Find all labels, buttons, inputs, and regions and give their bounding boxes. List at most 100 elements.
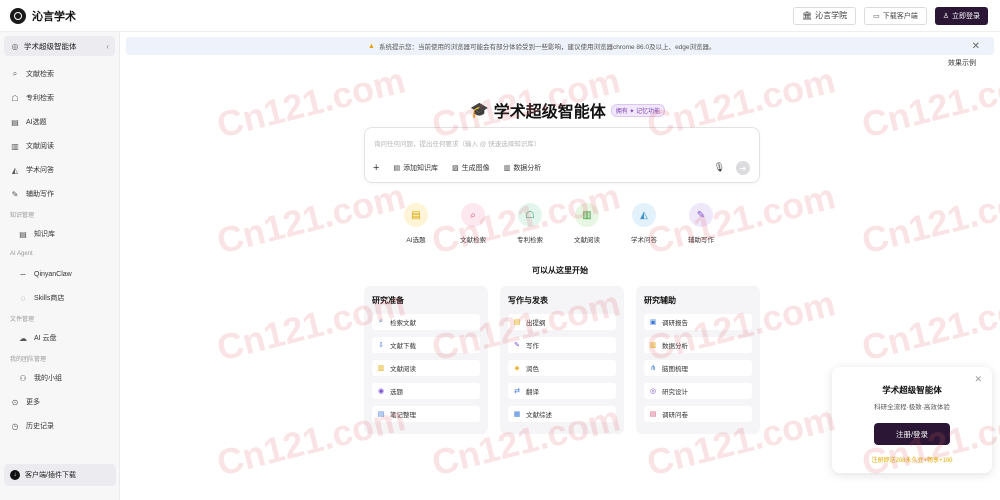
login-button[interactable]: ♙ 立即登录 [934, 6, 988, 25]
card-item-translate[interactable]: ⇄ 翻译 [508, 383, 616, 399]
browser-notice-text: 系统提示您：当前使用的浏览器可能会有部分体验受到一些影响，建议使用浏览器chro… [378, 44, 716, 51]
sidebar-item-label: 文献阅读 [26, 143, 54, 150]
chart-icon: ▥ [649, 342, 657, 349]
warning-icon: ▲ [368, 42, 375, 50]
card-item-data-analysis[interactable]: ▥ 数据分析 [644, 337, 752, 353]
feature-label: 文献阅读 [574, 237, 600, 244]
feature-writing-assist[interactable]: ✎ 辅助写作 [683, 203, 719, 244]
feature-patent-search[interactable]: ☖ 专利检索 [512, 203, 548, 244]
add-attachment-button[interactable]: + [373, 162, 379, 174]
card-item-mindmap[interactable]: ⋔ 脑图梳理 [644, 360, 752, 376]
hero-title-row: 🎓 学术超级智能体 拥有 ✦ 记忆功能 [470, 98, 666, 122]
group-icon: ⚇ [19, 373, 27, 383]
search-icon: ⌕ [379, 318, 383, 325]
sidebar-item-ai-topic[interactable]: ▤ AI选题 [0, 110, 119, 134]
feature-literature-reading[interactable]: ▥ 文献阅读 [569, 203, 605, 244]
sidebar-item-label: 文献检索 [26, 71, 54, 78]
close-icon[interactable]: ✕ [972, 41, 980, 52]
app-logo[interactable]: 沁言学术 [10, 7, 76, 24]
prompt-input-placeholder[interactable]: 询问任何问题，提出任何要求（输入 @ 快速选择知识库） [374, 138, 540, 148]
watermark: Cn121.com [857, 59, 1000, 146]
card-research-prep: 研究准备 ⌕ 检索文献 ⇩ 文献下载 ▥ 文献阅读 ◉ 选题 ▤ 笔记整理 [364, 286, 488, 434]
card-item-label: 出提纲 [526, 320, 546, 327]
data-analysis-button[interactable]: ▥ 数据分析 [504, 163, 542, 173]
sidebar-item-agent-home[interactable]: ◎ 学术超级智能体 ‹ [4, 36, 115, 56]
sidebar-item-history[interactable]: ◷ 历史记录 [0, 414, 119, 438]
card-item-read-literature[interactable]: ▥ 文献阅读 [372, 360, 480, 376]
card-item-research-design[interactable]: ◎ 研究设计 [644, 383, 752, 399]
watermark: Cn121.com [857, 282, 1000, 369]
sidebar-item-skills-store[interactable]: ◌ Skills商店 [0, 286, 119, 310]
sidebar-item-literature-reading[interactable]: ▥ 文献阅读 [0, 134, 119, 158]
sidebar-item-academic-qa[interactable]: ◭ 学术问答 [0, 158, 119, 182]
add-knowledge-base-button[interactable]: ▤ 添加知识库 [393, 163, 438, 173]
generate-image-label: 生成图像 [461, 165, 490, 172]
card-item-polish[interactable]: ◈ 润色 [508, 360, 616, 376]
section-files: 文件管理 [10, 316, 35, 323]
academy-label: 沁言学院 [815, 11, 848, 20]
sidebar-item-more[interactable]: ⊙ 更多 [0, 390, 119, 414]
card-item-writing[interactable]: ✎ 写作 [508, 337, 616, 353]
example-link[interactable]: 效果示例 [948, 58, 976, 68]
review-icon: ▦ [513, 411, 521, 418]
add-knowledge-base-label: 添加知识库 [403, 165, 439, 172]
sidebar-item-label: 知识库 [34, 231, 55, 238]
card-item-label: 调研问卷 [662, 412, 688, 419]
prompt-input-box[interactable]: 询问任何问题，提出任何要求（输入 @ 快速选择知识库） + ▤ 添加知识库 ▨ … [364, 127, 760, 183]
academy-button[interactable]: 🏛 沁言学院 [792, 6, 857, 25]
sidebar-item-my-group[interactable]: ⚇ 我的小组 [0, 366, 119, 390]
card-item-download-literature[interactable]: ⇩ 文献下载 [372, 337, 480, 353]
desktop-icon: ▭ [873, 12, 880, 20]
pen-icon: ✎ [689, 203, 713, 227]
microphone-icon[interactable]: 🎙 [714, 162, 725, 173]
card-item-notes[interactable]: ▤ 笔记整理 [372, 406, 480, 422]
claw-icon: ∽ [19, 269, 27, 279]
feature-academic-qa[interactable]: ◭ 学术问答 [626, 203, 662, 244]
prompt-tools: + ▤ 添加知识库 ▨ 生成图像 ▥ 数据分析 [373, 162, 541, 174]
mindmap-icon: ⋔ [650, 365, 656, 372]
feature-ai-topic[interactable]: ▤ AI选题 [398, 203, 434, 244]
feature-literature-search[interactable]: ⌕ 文献检索 [455, 203, 491, 244]
sidebar-item-literature-search[interactable]: ⌕ 文献检索 [0, 62, 119, 86]
collapse-sidebar-icon[interactable]: ‹ [106, 42, 109, 51]
memory-badge: 拥有 ✦ 记忆功能 [610, 103, 666, 117]
card-item-review[interactable]: ▦ 文献综述 [508, 406, 616, 422]
ai-topic-icon: ▤ [11, 117, 19, 127]
sidebar-item-knowledge-base[interactable]: ▤ 知识库 [0, 222, 119, 246]
sidebar-item-patent-search[interactable]: ☖ 专利检索 [0, 86, 119, 110]
card-item-label: 研究设计 [662, 389, 688, 396]
cloud-icon: ☁ [19, 333, 27, 343]
graduation-cap-icon: ◭ [11, 165, 19, 175]
sidebar-item-label: 历史记录 [26, 423, 54, 430]
generate-image-button[interactable]: ▨ 生成图像 [452, 163, 490, 173]
feature-label: 文献检索 [460, 237, 486, 244]
card-item-survey[interactable]: ▤ 调研问卷 [644, 406, 752, 422]
card-item-topic[interactable]: ◉ 选题 [372, 383, 480, 399]
feature-label: 专利检索 [517, 237, 543, 244]
sidebar-item-label: 我的小组 [34, 375, 62, 382]
download-client-button[interactable]: ▭ 下载客户端 [864, 6, 927, 25]
card-title: 研究辅助 [644, 296, 676, 305]
popup-subtitle: 科研全流程·极致·高效体验 [874, 404, 950, 411]
sidebar-item-label: 学术问答 [26, 167, 54, 174]
knowledge-base-icon: ▤ [393, 165, 401, 172]
user-icon: ♙ [942, 12, 949, 20]
sidebar-item-ai-cloud[interactable]: ☁ AI 云盘 [0, 326, 119, 350]
signup-login-button[interactable]: 注册/登录 [874, 423, 950, 445]
card-item-outline[interactable]: ▤ 出提纲 [508, 314, 616, 330]
start-section-title: 可以从这里开始 [532, 266, 588, 275]
sidebar-head-label: 学术超级智能体 [24, 41, 77, 51]
client-plugin-download-button[interactable]: ↓ 客户端/插件下载 [4, 464, 116, 486]
bulb-icon: ◉ [377, 388, 385, 395]
card-item-search-literature[interactable]: ⌕ 检索文献 [372, 314, 480, 330]
card-item-research-report[interactable]: ▣ 调研报告 [644, 314, 752, 330]
sidebar-item-qinyanclaw[interactable]: ∽ QinyanClaw [0, 262, 119, 286]
section-knowledge: 知识管理 [10, 212, 35, 219]
sidebar-item-writing-assist[interactable]: ✎ 辅助写作 [0, 182, 119, 206]
more-icon: ⊙ [11, 397, 19, 407]
card-item-label: 检索文献 [390, 320, 416, 327]
send-button[interactable]: ➜ [736, 161, 750, 175]
sidebar-item-label: 更多 [26, 399, 40, 406]
section-team: 我的团队管理 [10, 356, 47, 363]
sidebar-item-label: AI选题 [26, 119, 47, 126]
